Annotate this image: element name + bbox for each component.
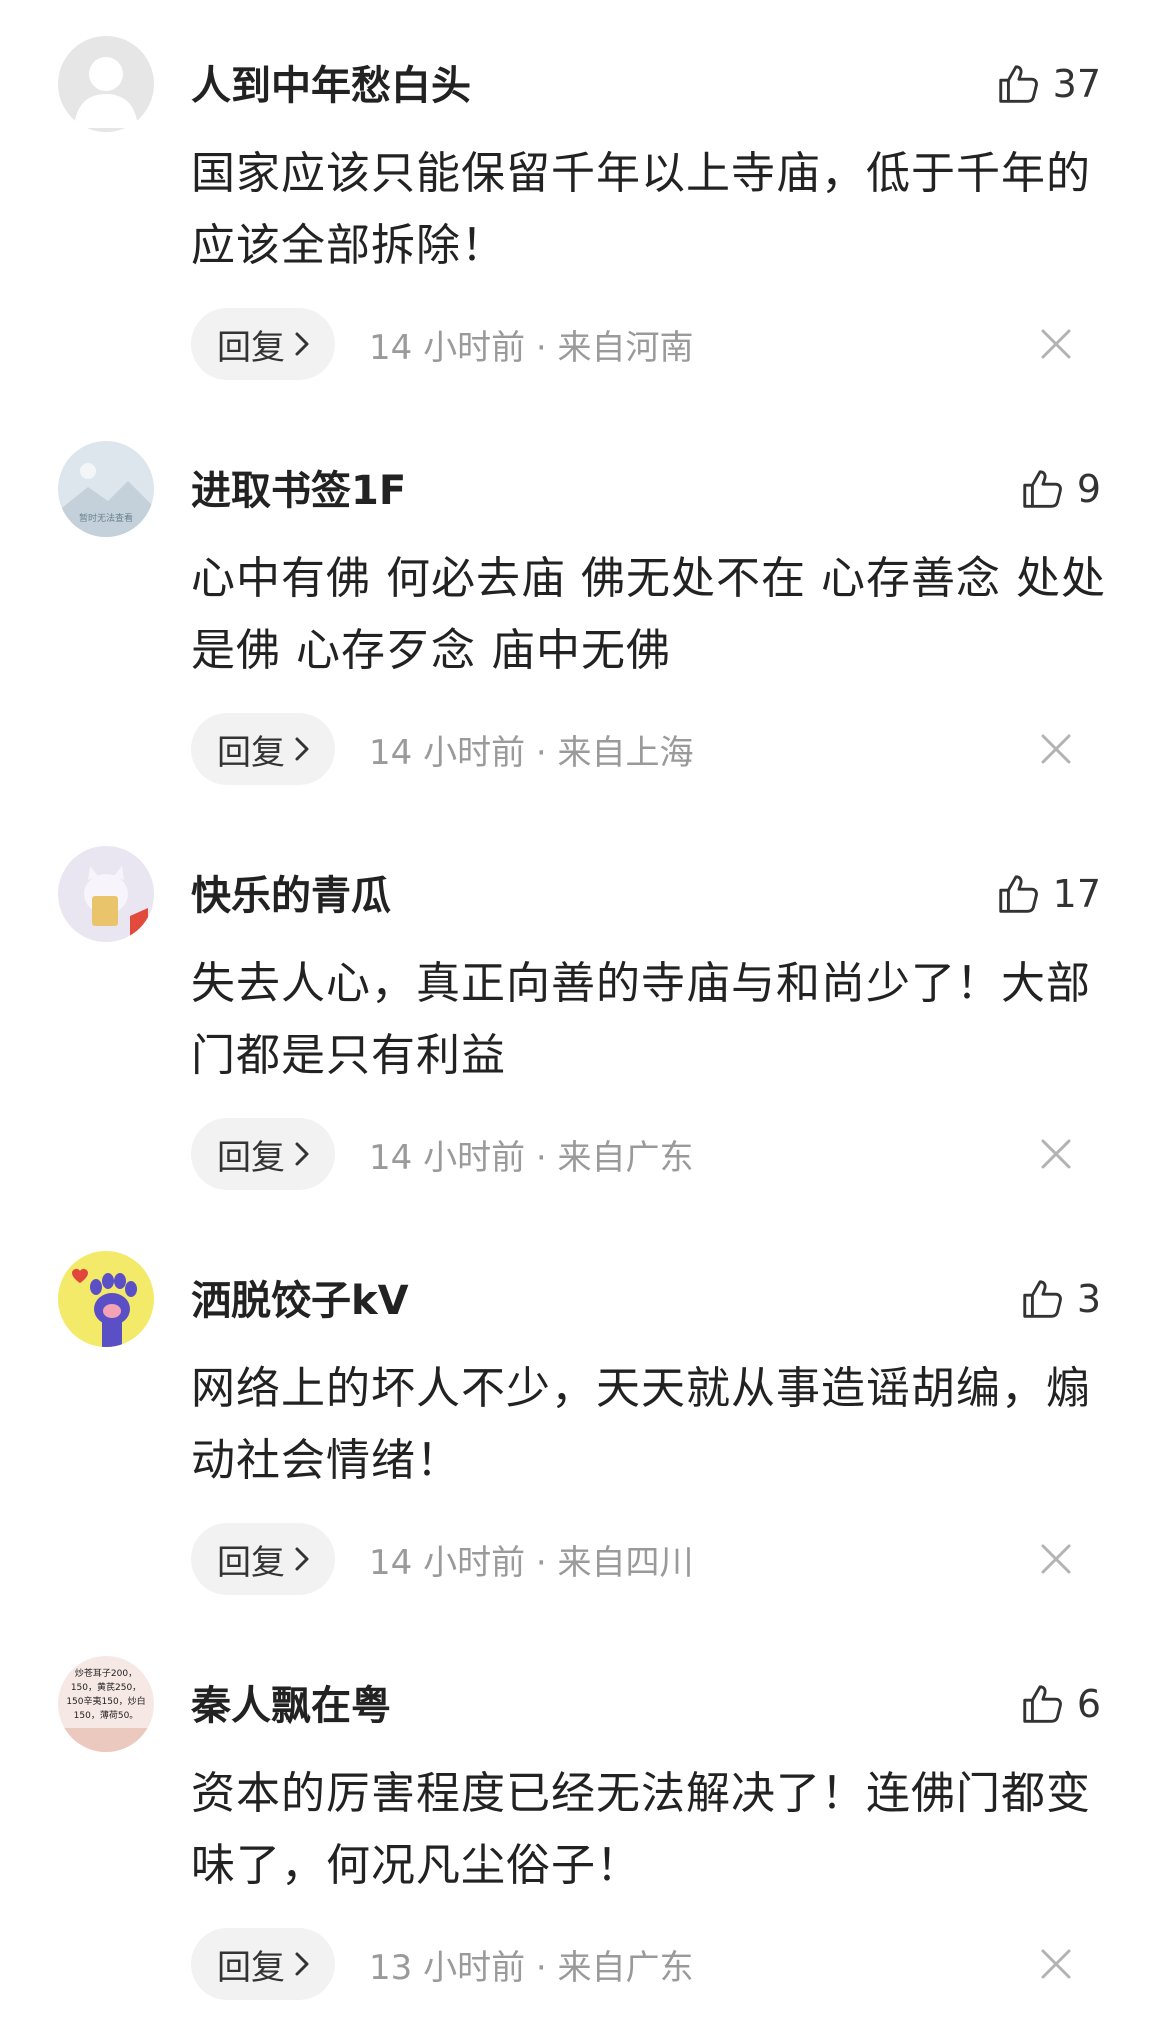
close-icon[interactable] xyxy=(1039,1542,1073,1576)
reply-label: 回复 xyxy=(217,1542,285,1583)
avatar-text-line: 150辛夷150，炒白 xyxy=(66,1695,145,1707)
thumbs-up-icon xyxy=(1023,1280,1062,1318)
avatar-text-line: 150，黄芪250， xyxy=(71,1681,141,1693)
like-count: 3 xyxy=(1076,1277,1101,1321)
comment-time-location: 14 小时前 · 来自河南 xyxy=(369,327,694,368)
reply-button[interactable]: 回复 xyxy=(191,1523,335,1595)
comment-text: 心中有佛 何必去庙 佛无处不在 心存善念 处处是佛 心存歹念 庙中无佛 xyxy=(191,553,1106,676)
chevron-right-icon xyxy=(295,737,309,761)
reply-label: 回复 xyxy=(217,732,285,773)
comment-item: 暂时无法查看 进取书签1F 9 心中有佛 何必去庙 佛无处不在 心存善念 处处是… xyxy=(0,405,1169,810)
comment-text: 资本的厉害程度已经无法解决了！连佛门都变味了，何况凡尘俗子！ xyxy=(191,1768,1091,1891)
comment-username[interactable]: 洒脱饺子kV xyxy=(191,1273,409,1329)
comment-time-location: 13 小时前 · 来自广东 xyxy=(369,1947,694,1988)
comment-meta: 回复 13 小时前 · 来自广东 xyxy=(191,1928,694,2000)
chevron-right-icon xyxy=(295,332,309,356)
avatar-text-line: 150，薄荷50。 xyxy=(74,1709,139,1721)
thumbs-up-icon xyxy=(1023,1685,1062,1723)
comment-meta: 回复 14 小时前 · 来自广东 xyxy=(191,1118,694,1190)
comment-username[interactable]: 人到中年愁白头 xyxy=(191,58,471,114)
comment-list: 人到中年愁白头 37 国家应该只能保留千年以上寺庙，低于千年的应该全部拆除！ 回… xyxy=(0,0,1169,2014)
close-icon[interactable] xyxy=(1039,732,1073,766)
thumbs-up-icon xyxy=(1023,470,1062,508)
like-count: 6 xyxy=(1076,1682,1101,1726)
default-person-avatar-icon[interactable] xyxy=(58,36,154,132)
chevron-right-icon xyxy=(295,1547,309,1571)
like-button[interactable]: 6 xyxy=(1019,1672,1101,1736)
close-icon[interactable] xyxy=(1039,1137,1073,1171)
chevron-right-icon xyxy=(295,1952,309,1976)
comment-item: 快乐的青瓜 17 失去人心，真正向善的寺庙与和尚少了！大部门都是只有利益 回复 … xyxy=(0,810,1169,1215)
like-button[interactable]: 3 xyxy=(1019,1267,1101,1331)
comment-meta: 回复 14 小时前 · 来自四川 xyxy=(191,1523,694,1595)
comment-item: 人到中年愁白头 37 国家应该只能保留千年以上寺庙，低于千年的应该全部拆除！ 回… xyxy=(0,0,1169,405)
comment-username[interactable]: 秦人飘在粤 xyxy=(191,1678,391,1734)
reply-button[interactable]: 回复 xyxy=(191,1118,335,1190)
avatar-caption: 暂时无法查看 xyxy=(79,512,133,524)
reply-button[interactable]: 回复 xyxy=(191,1928,335,2000)
chevron-right-icon xyxy=(295,1142,309,1166)
thumbs-up-icon xyxy=(998,875,1038,913)
reply-label: 回复 xyxy=(217,1947,285,1988)
reply-label: 回复 xyxy=(217,1137,285,1178)
like-button[interactable]: 9 xyxy=(1019,457,1101,521)
close-icon[interactable] xyxy=(1039,327,1073,361)
like-count: 9 xyxy=(1076,467,1101,511)
comment-time-location: 14 小时前 · 来自上海 xyxy=(369,732,694,773)
avatar-text-line: 炒苍耳子200， xyxy=(75,1667,137,1679)
paw-avatar-icon[interactable] xyxy=(58,1251,154,1347)
like-button[interactable]: 17 xyxy=(995,862,1101,926)
comment-item: 洒脱饺子kV 3 网络上的坏人不少，天天就从事造谣胡编，煽动社会情绪！ 回复 1… xyxy=(0,1215,1169,1620)
close-icon[interactable] xyxy=(1039,1947,1073,1981)
comment-meta: 回复 14 小时前 · 来自河南 xyxy=(191,308,694,380)
comment-item: 炒苍耳子200， 150，黄芪250， 150辛夷150，炒白 150，薄荷50… xyxy=(0,1620,1169,2025)
cartoon-cat-avatar-icon[interactable] xyxy=(58,846,154,942)
like-count: 17 xyxy=(1052,872,1101,916)
thumbs-up-icon xyxy=(998,65,1038,103)
comment-meta: 回复 14 小时前 · 来自上海 xyxy=(191,713,694,785)
reply-label: 回复 xyxy=(217,327,285,368)
landscape-placeholder-avatar-icon[interactable]: 暂时无法查看 xyxy=(58,441,154,537)
like-count: 37 xyxy=(1052,62,1101,106)
comment-text: 国家应该只能保留千年以上寺庙，低于千年的应该全部拆除！ xyxy=(191,148,1091,271)
like-button[interactable]: 37 xyxy=(995,52,1101,116)
comment-time-location: 14 小时前 · 来自广东 xyxy=(369,1137,694,1178)
comment-text: 失去人心，真正向善的寺庙与和尚少了！大部门都是只有利益 xyxy=(191,958,1091,1081)
comment-time-location: 14 小时前 · 来自四川 xyxy=(369,1542,694,1583)
price-list-avatar-icon[interactable]: 炒苍耳子200， 150，黄芪250， 150辛夷150，炒白 150，薄荷50… xyxy=(58,1656,154,1752)
comment-username[interactable]: 快乐的青瓜 xyxy=(191,868,391,924)
reply-button[interactable]: 回复 xyxy=(191,308,335,380)
comment-text: 网络上的坏人不少，天天就从事造谣胡编，煽动社会情绪！ xyxy=(191,1363,1091,1486)
reply-button[interactable]: 回复 xyxy=(191,713,335,785)
comment-username[interactable]: 进取书签1F xyxy=(191,463,406,519)
